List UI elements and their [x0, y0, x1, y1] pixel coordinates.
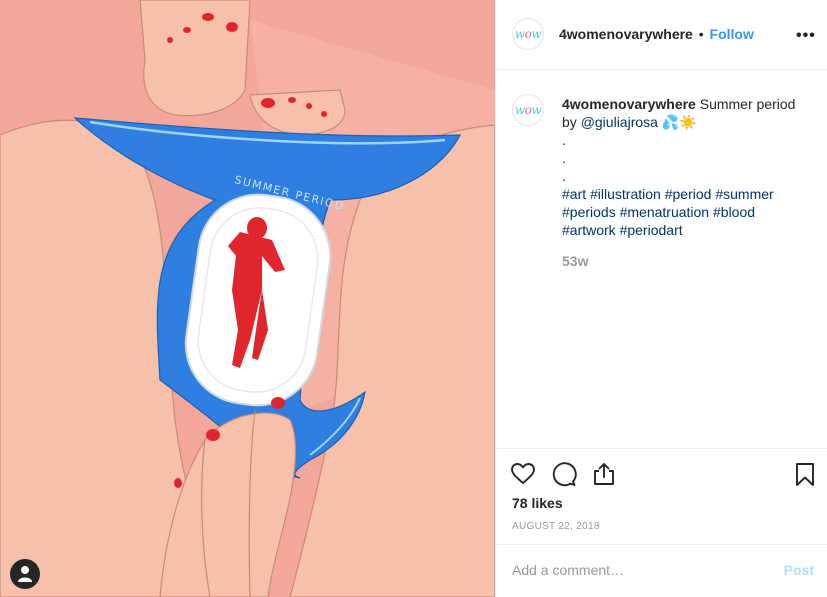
caption-avatar[interactable]: wow: [512, 94, 544, 126]
hashtag-link[interactable]: #periodart: [620, 222, 683, 238]
hashtag-link[interactable]: #illustration: [590, 186, 661, 202]
caption-area: wow 4womenovarywhere Summer period by @g…: [496, 70, 827, 448]
time-ago[interactable]: 53w: [562, 253, 588, 269]
caption-dot: .: [562, 168, 566, 184]
user-tag-icon[interactable]: [10, 559, 40, 589]
follow-button[interactable]: Follow: [710, 26, 754, 42]
post-actions: 78 likes AUGUST 22, 2018 Post: [496, 448, 827, 597]
summer-period-illustration: SUMMER PERIOD: [0, 0, 495, 597]
bookmark-icon[interactable]: [792, 461, 818, 487]
caption-by: by: [562, 114, 577, 130]
comment-input[interactable]: [512, 562, 762, 578]
hashtag-link[interactable]: #summer: [715, 186, 773, 202]
caption-emoji: 💦☀️: [661, 114, 697, 130]
hashtag-link[interactable]: #blood: [713, 204, 755, 220]
username-link[interactable]: 4womenovarywhere: [559, 26, 693, 42]
likes-count[interactable]: 78 likes: [512, 495, 563, 511]
avatar[interactable]: wow: [512, 18, 544, 50]
post-comment-button[interactable]: Post: [784, 562, 814, 578]
hashtag-link[interactable]: #period: [665, 186, 712, 202]
caption-dot: .: [562, 150, 566, 166]
caption: 4womenovarywhere Summer period by @giuli…: [562, 95, 822, 239]
post-side-panel: wow 4womenovarywhere • Follow ••• wow 4w…: [495, 0, 827, 597]
hashtag-link[interactable]: #menatruation: [620, 204, 710, 220]
more-options-icon[interactable]: •••: [796, 27, 816, 45]
comment-bubble-icon[interactable]: [551, 461, 577, 487]
comment-bar: Post: [496, 544, 827, 597]
hashtag-link[interactable]: #periods: [562, 204, 616, 220]
caption-dot: .: [562, 132, 566, 148]
separator: •: [698, 26, 704, 42]
post-image[interactable]: SUMMER PERIOD: [0, 0, 495, 597]
post-date: AUGUST 22, 2018: [512, 521, 600, 532]
avatar-logo: wow: [514, 103, 542, 117]
heart-icon[interactable]: [510, 461, 536, 487]
avatar-logo: wow: [514, 27, 542, 41]
caption-username[interactable]: 4womenovarywhere: [562, 96, 696, 112]
share-icon[interactable]: [591, 461, 617, 487]
mention-link[interactable]: @giuliajrosa: [581, 114, 658, 130]
hashtag-link[interactable]: #art: [562, 186, 586, 202]
hashtag-link[interactable]: #artwork: [562, 222, 616, 238]
post-header: wow 4womenovarywhere • Follow •••: [496, 0, 827, 70]
caption-text: Summer period: [699, 96, 796, 112]
header-line: 4womenovarywhere • Follow: [559, 26, 754, 42]
